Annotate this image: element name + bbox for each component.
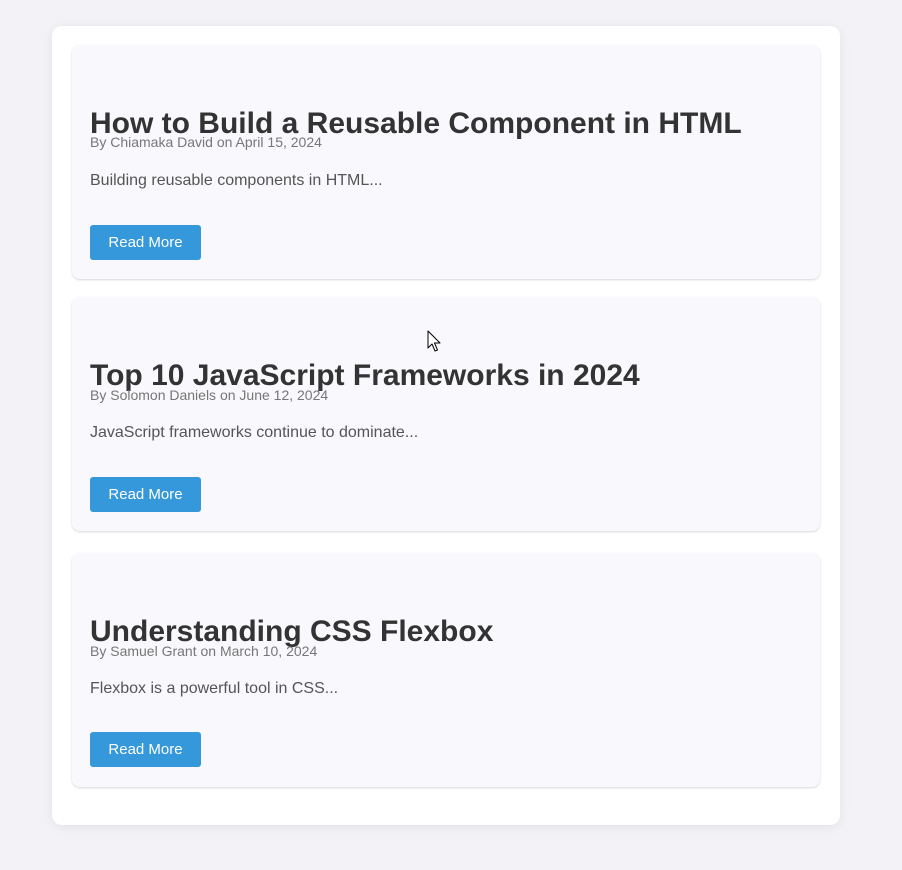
blog-posts-container: How to Build a Reusable Component in HTM… xyxy=(52,26,840,825)
blog-post-card: Understanding CSS Flexbox By Samuel Gran… xyxy=(72,553,820,787)
post-excerpt: Flexbox is a powerful tool in CSS... xyxy=(90,680,339,697)
read-more-button[interactable]: Read More xyxy=(90,225,201,260)
post-meta: By Samuel Grant on March 10, 2024 xyxy=(90,643,318,659)
post-excerpt: Building reusable components in HTML... xyxy=(90,172,383,189)
blog-post-card: Top 10 JavaScript Frameworks in 2024 By … xyxy=(72,297,820,531)
blog-post-card: How to Build a Reusable Component in HTM… xyxy=(72,45,820,279)
post-meta: By Solomon Daniels on June 12, 2024 xyxy=(90,387,329,403)
post-meta: By Chiamaka David on April 15, 2024 xyxy=(90,134,322,150)
read-more-button[interactable]: Read More xyxy=(90,732,201,767)
read-more-button[interactable]: Read More xyxy=(90,477,201,512)
post-excerpt: JavaScript frameworks continue to domina… xyxy=(90,424,419,441)
